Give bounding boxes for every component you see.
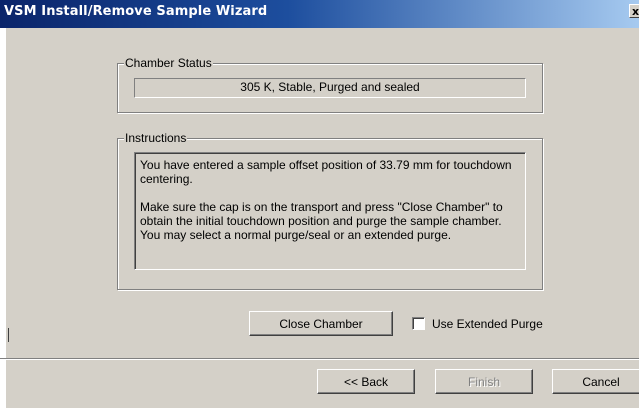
instructions-paragraph-offset: You have entered a sample offset positio…: [140, 158, 512, 186]
finish-button[interactable]: Finish: [435, 369, 533, 394]
chamber-status-legend: Chamber Status: [124, 56, 213, 70]
back-button[interactable]: << Back: [317, 369, 415, 394]
chamber-status-value: 305 K, Stable, Purged and sealed: [134, 78, 526, 98]
window-left-edge: [0, 28, 6, 408]
instructions-paragraph-close: Make sure the cap is on the transport an…: [140, 200, 503, 242]
title-bar[interactable]: VSM Install/Remove Sample Wizard x: [0, 0, 639, 28]
window-title: VSM Install/Remove Sample Wizard: [4, 4, 268, 19]
extended-purge-checkbox[interactable]: [412, 317, 425, 330]
wizard-window: VSM Install/Remove Sample Wizard x Chamb…: [0, 0, 639, 408]
close-icon[interactable]: x: [629, 4, 639, 18]
window-edge-mark: [8, 328, 9, 342]
cancel-button[interactable]: Cancel: [552, 369, 639, 394]
extended-purge-label[interactable]: Use Extended Purge: [432, 316, 543, 332]
instructions-text-box: You have entered a sample offset positio…: [134, 152, 526, 270]
footer-separator: [0, 358, 639, 360]
instructions-legend: Instructions: [124, 131, 188, 145]
close-chamber-button[interactable]: Close Chamber: [249, 311, 393, 336]
